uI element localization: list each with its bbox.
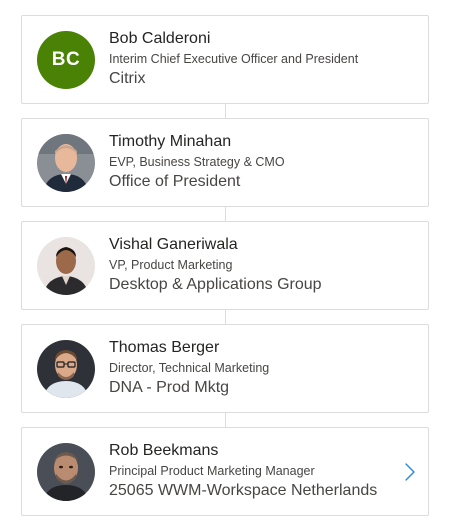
person-department: 25065 WWM-Workspace Netherlands <box>109 482 378 499</box>
person-title: Principal Product Marketing Manager <box>109 464 315 478</box>
person-department: Citrix <box>109 70 146 87</box>
avatar <box>37 340 95 398</box>
profile-photo <box>37 443 95 501</box>
connector-line <box>225 207 226 221</box>
person-card-timothy-minahan[interactable]: Timothy Minahan EVP, Business Strategy &… <box>21 118 429 207</box>
person-card-thomas-berger[interactable]: Thomas Berger Director, Technical Market… <box>21 324 429 413</box>
person-department: Office of President <box>109 173 241 190</box>
avatar-initials: BC <box>51 49 81 70</box>
connector-line <box>225 104 226 118</box>
person-info: Bob Calderoni Interim Chief Executive Of… <box>109 28 398 90</box>
person-title: Interim Chief Executive Officer and Pres… <box>109 52 359 66</box>
person-card-bob-calderoni[interactable]: BC Bob Calderoni Interim Chief Executive… <box>21 15 429 104</box>
person-title: EVP, Business Strategy & CMO <box>109 155 285 169</box>
person-info: Timothy Minahan EVP, Business Strategy &… <box>109 131 398 193</box>
person-title: VP, Product Marketing <box>109 258 233 272</box>
person-department: Desktop & Applications Group <box>109 276 322 293</box>
person-title: Director, Technical Marketing <box>109 361 270 375</box>
person-info: Thomas Berger Director, Technical Market… <box>109 337 398 399</box>
person-card-vishal-ganeriwala[interactable]: Vishal Ganeriwala VP, Product Marketing … <box>21 221 429 310</box>
profile-photo <box>37 134 95 192</box>
avatar <box>37 237 95 295</box>
org-chart: BC Bob Calderoni Interim Chief Executive… <box>21 15 429 516</box>
person-name: Bob Calderoni <box>109 30 211 47</box>
avatar <box>37 443 95 501</box>
profile-photo <box>37 340 95 398</box>
person-name: Rob Beekmans <box>109 442 219 459</box>
person-name: Timothy Minahan <box>109 133 232 150</box>
person-card-rob-beekmans[interactable]: Rob Beekmans Principal Product Marketing… <box>21 427 429 516</box>
connector-line <box>225 310 226 324</box>
avatar <box>37 134 95 192</box>
person-name: Vishal Ganeriwala <box>109 236 238 253</box>
connector-line <box>225 413 226 427</box>
profile-photo <box>37 237 95 295</box>
person-department: DNA - Prod Mktg <box>109 379 230 396</box>
avatar: BC <box>37 31 95 89</box>
person-name: Thomas Berger <box>109 339 220 356</box>
person-info: Rob Beekmans Principal Product Marketing… <box>109 440 398 502</box>
chevron-right-icon[interactable] <box>404 462 416 482</box>
person-info: Vishal Ganeriwala VP, Product Marketing … <box>109 234 398 296</box>
